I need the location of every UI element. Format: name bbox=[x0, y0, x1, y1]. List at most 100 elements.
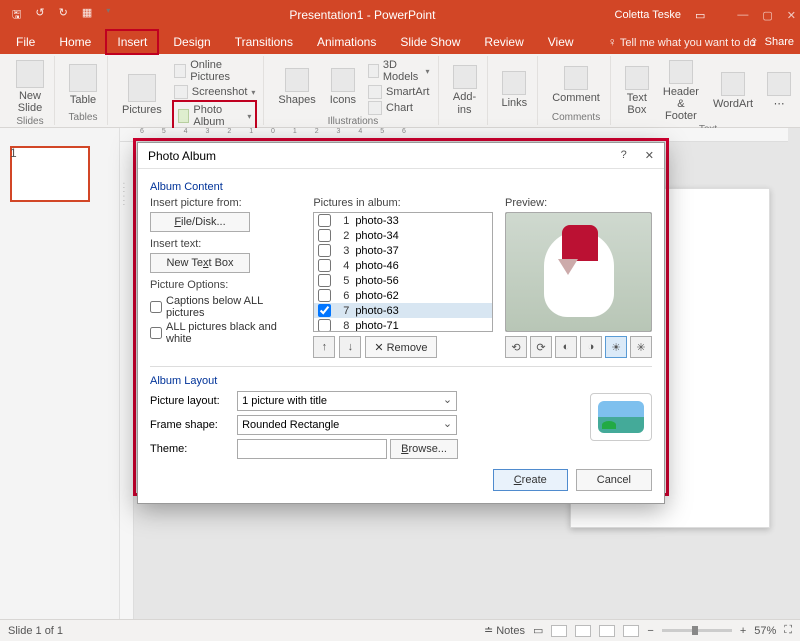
new-text-box-button[interactable]: New Text Box bbox=[150, 253, 250, 273]
brightness-up-button[interactable]: ☀ bbox=[605, 336, 627, 358]
brightness-down-button[interactable]: ✳ bbox=[630, 336, 652, 358]
rotate-right-button[interactable]: ⟳ bbox=[530, 336, 552, 358]
create-button[interactable]: Create bbox=[493, 469, 568, 491]
list-item-checkbox[interactable] bbox=[318, 214, 331, 227]
dialog-close-icon[interactable]: ✕ bbox=[645, 149, 654, 162]
titlebar-right: Coletta Teske ▭ — ▢ ✕ bbox=[615, 9, 796, 22]
text-more-button[interactable]: ⋯ bbox=[763, 70, 795, 112]
user-name[interactable]: Coletta Teske bbox=[615, 9, 681, 21]
list-item-checkbox[interactable] bbox=[318, 229, 331, 242]
list-item[interactable]: 3photo-37 bbox=[314, 243, 492, 258]
list-item[interactable]: 2photo-34 bbox=[314, 228, 492, 243]
redo-icon[interactable]: ↻ bbox=[59, 6, 68, 25]
design-tab[interactable]: Design bbox=[163, 31, 220, 53]
file-disk-button[interactable]: File/Disk... bbox=[150, 212, 250, 232]
sorter-view-button[interactable] bbox=[575, 625, 591, 637]
review-tab[interactable]: Review bbox=[474, 31, 533, 53]
rotate-left-button[interactable]: ⟲ bbox=[505, 336, 527, 358]
animations-tab[interactable]: Animations bbox=[307, 31, 386, 53]
icons-button[interactable]: Icons bbox=[326, 66, 360, 108]
picture-layout-select[interactable]: 1 picture with title bbox=[237, 391, 457, 411]
textbox-button[interactable]: Text Box bbox=[621, 64, 653, 118]
theme-input[interactable] bbox=[237, 439, 387, 459]
qat-more-icon[interactable]: ▾ bbox=[106, 6, 110, 25]
comment-button[interactable]: Comment bbox=[548, 64, 604, 106]
slideshow-tab[interactable]: Slide Show bbox=[390, 31, 470, 53]
normal-view-button[interactable] bbox=[551, 625, 567, 637]
addins-button[interactable]: Add- ins bbox=[449, 63, 481, 117]
fit-to-window-button[interactable]: ⛶ bbox=[784, 624, 792, 637]
comments-pane-button[interactable]: ▭ bbox=[533, 624, 543, 637]
list-item[interactable]: 4photo-46 bbox=[314, 258, 492, 273]
help-icon[interactable]: ? bbox=[621, 149, 627, 162]
slideshow-icon[interactable]: ▦ bbox=[82, 6, 92, 25]
list-item[interactable]: 7photo-63 bbox=[314, 303, 492, 318]
cancel-button[interactable]: Cancel bbox=[576, 469, 652, 491]
preview-label: Preview: bbox=[505, 197, 652, 209]
minimize-icon[interactable]: — bbox=[737, 9, 748, 22]
zoom-level[interactable]: 57% bbox=[754, 625, 776, 637]
slideshow-view-button[interactable] bbox=[623, 625, 639, 637]
frame-shape-select[interactable]: Rounded Rectangle bbox=[237, 415, 457, 435]
contrast-up-button[interactable]: ◐ bbox=[555, 336, 577, 358]
smartart-button[interactable]: SmartArt bbox=[366, 84, 431, 100]
ribbon-options-icon[interactable]: ▭ bbox=[695, 9, 705, 22]
wordart-button[interactable]: WordArt bbox=[709, 70, 757, 112]
online-pictures-button[interactable]: Online Pictures bbox=[172, 58, 258, 84]
slide-thumbnail[interactable] bbox=[10, 146, 90, 202]
new-slide-button[interactable]: New Slide bbox=[12, 58, 48, 116]
browse-button[interactable]: Browse... bbox=[390, 439, 458, 459]
list-item-checkbox[interactable] bbox=[318, 274, 331, 287]
insert-tab[interactable]: Insert bbox=[105, 29, 159, 55]
transitions-tab[interactable]: Transitions bbox=[225, 31, 303, 53]
zoom-in-button[interactable]: + bbox=[740, 625, 746, 637]
share-icon[interactable]: ⇪ bbox=[749, 36, 758, 49]
contrast-down-button[interactable]: ◑ bbox=[580, 336, 602, 358]
chart-button[interactable]: Chart bbox=[366, 100, 431, 116]
addins-group: Add- ins bbox=[443, 56, 488, 125]
move-up-button[interactable]: ↑ bbox=[313, 336, 335, 358]
maximize-icon[interactable]: ▢ bbox=[762, 9, 772, 22]
list-item-checkbox[interactable] bbox=[318, 259, 331, 272]
pictures-button[interactable]: Pictures bbox=[118, 72, 166, 118]
list-item[interactable]: 6photo-62 bbox=[314, 288, 492, 303]
3d-models-button[interactable]: 3D Models▾ bbox=[366, 58, 431, 84]
captions-checkbox[interactable]: Captions below ALL pictures bbox=[150, 295, 301, 319]
share-button[interactable]: Share bbox=[765, 36, 794, 48]
slide-counter[interactable]: Slide 1 of 1 bbox=[8, 625, 63, 637]
table-button[interactable]: Table bbox=[65, 62, 101, 108]
ruler-vertical: · · · · · · bbox=[120, 142, 134, 619]
remove-button[interactable]: ✕ Remove bbox=[365, 336, 436, 358]
pictures-in-album-label: Pictures in album: bbox=[313, 197, 493, 209]
shapes-button[interactable]: Shapes bbox=[274, 66, 319, 108]
screenshot-button[interactable]: Screenshot▾ bbox=[172, 84, 258, 100]
view-tab[interactable]: View bbox=[538, 31, 584, 53]
list-item[interactable]: 8photo-71 bbox=[314, 318, 492, 332]
reading-view-button[interactable] bbox=[599, 625, 615, 637]
zoom-out-button[interactable]: − bbox=[647, 625, 653, 637]
slide-panel[interactable]: 1 bbox=[0, 128, 120, 619]
close-icon[interactable]: ✕ bbox=[787, 9, 796, 22]
home-tab[interactable]: Home bbox=[49, 31, 101, 53]
picture-layout-label: Picture layout: bbox=[150, 395, 234, 407]
blackwhite-checkbox[interactable]: ALL pictures black and white bbox=[150, 321, 301, 345]
list-item[interactable]: 1photo-33 bbox=[314, 213, 492, 228]
header-footer-button[interactable]: Header & Footer bbox=[659, 58, 703, 124]
list-item-checkbox[interactable] bbox=[318, 304, 331, 317]
zoom-slider[interactable] bbox=[662, 629, 732, 632]
pictures-listbox[interactable]: 1photo-332photo-343photo-374photo-465pho… bbox=[313, 212, 493, 332]
tell-me[interactable]: ♀ Tell me what you want to do bbox=[598, 31, 766, 53]
list-item-checkbox[interactable] bbox=[318, 319, 331, 332]
notes-button[interactable]: ≐ Notes bbox=[484, 624, 525, 637]
move-down-button[interactable]: ↓ bbox=[339, 336, 361, 358]
file-tab[interactable]: File bbox=[6, 31, 45, 53]
layout-preview bbox=[590, 393, 652, 441]
links-button[interactable]: Links bbox=[498, 69, 532, 111]
tables-group: Table Tables bbox=[59, 56, 108, 125]
list-item-checkbox[interactable] bbox=[318, 244, 331, 257]
ruler-horizontal: 6 5 4 3 2 1 0 1 2 3 4 5 6 bbox=[120, 128, 788, 142]
list-item[interactable]: 5photo-56 bbox=[314, 273, 492, 288]
list-item-checkbox[interactable] bbox=[318, 289, 331, 302]
save-icon[interactable]: 🖫 bbox=[12, 6, 21, 25]
undo-icon[interactable]: ↺ bbox=[35, 6, 44, 25]
